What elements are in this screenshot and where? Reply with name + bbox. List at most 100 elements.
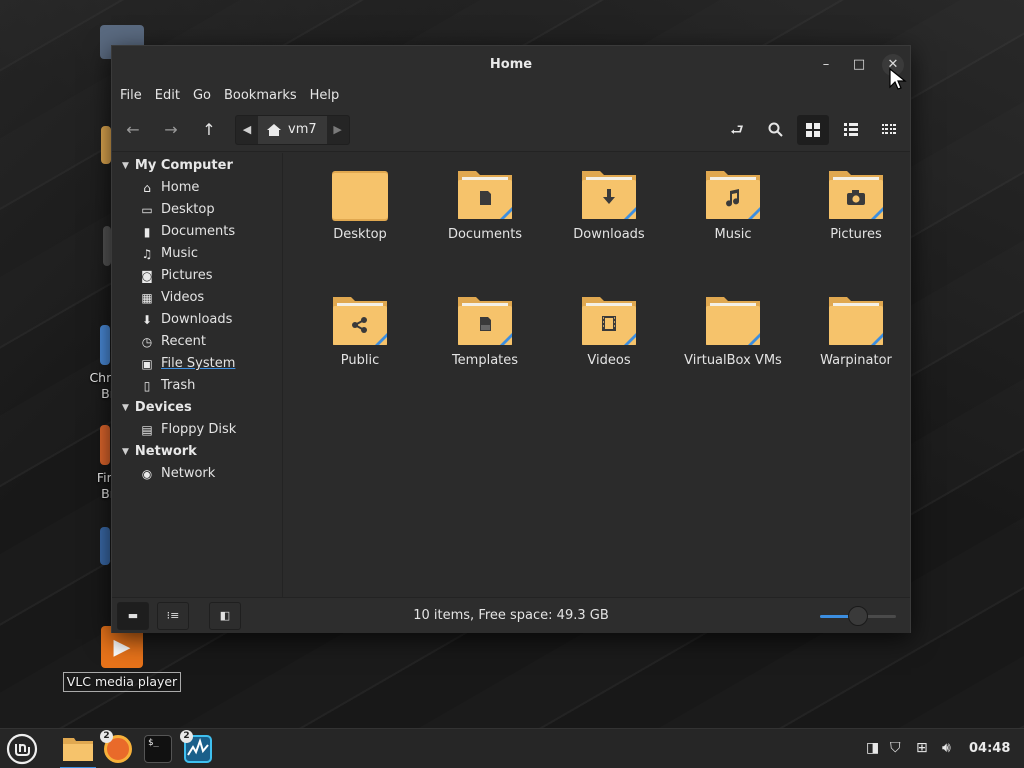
forward-button[interactable]: →	[156, 115, 186, 145]
file-item-templates[interactable]: Templates	[423, 293, 547, 368]
file-item-label: Warpinator	[820, 353, 892, 368]
file-item-music[interactable]: Music	[671, 167, 795, 242]
icon-view-button[interactable]	[797, 115, 829, 145]
sidebar-item-network[interactable]: ◉ Network	[112, 463, 282, 485]
folder-download-icon	[582, 171, 636, 219]
zoom-slider[interactable]	[820, 606, 896, 626]
sidebar-item-music[interactable]: ♫ Music	[112, 243, 282, 265]
taskbar-file-manager[interactable]	[60, 731, 96, 768]
menu-view[interactable]: Go	[187, 83, 217, 108]
sidebar-item-label: Music	[161, 246, 198, 261]
globe-icon: ◉	[141, 467, 153, 481]
window-count-badge: 2	[180, 730, 193, 743]
mint-logo-icon	[6, 733, 38, 765]
list-view-button[interactable]	[835, 115, 867, 145]
music-icon: ♫	[141, 247, 153, 261]
folder-film-icon	[582, 297, 636, 345]
expander-icon: ▼	[122, 403, 129, 413]
folder-camera-icon	[829, 171, 883, 219]
status-bar: ▬ ⁝≡ ◧ 10 items, Free space: 49.3 GB	[112, 597, 910, 633]
menu-go[interactable]: Bookmarks	[218, 83, 303, 108]
taskbar-firefox[interactable]: 2	[100, 730, 136, 767]
sidebar-section-network[interactable]: ▼ Network	[112, 441, 282, 463]
compact-list-icon	[882, 124, 896, 134]
list-icon	[844, 123, 858, 136]
sidebar-item-recent[interactable]: ◷ Recent	[112, 331, 282, 353]
compact-view-button[interactable]	[873, 115, 905, 145]
sidebar-item-trash[interactable]: ▯ Trash	[112, 375, 282, 397]
film-icon: ▦	[141, 291, 153, 305]
menu-button[interactable]	[4, 731, 40, 767]
sidebar-item-pictures[interactable]: ◙ Pictures	[112, 265, 282, 287]
floppy-icon: ▤	[141, 423, 153, 437]
taskbar-terminal[interactable]: $_	[140, 731, 176, 767]
sidebar: ▼ My Computer ⌂ Home ▭ Desktop ▮ Documents ♫…	[112, 153, 283, 597]
trash-icon	[103, 226, 111, 266]
menu-help[interactable]	[346, 83, 358, 108]
file-item-label: VirtualBox VMs	[684, 353, 782, 368]
sidebar-item-documents[interactable]: ▮ Documents	[112, 221, 282, 243]
expander-icon: ▼	[122, 161, 129, 171]
file-item-label: Videos	[587, 353, 631, 368]
file-item-videos[interactable]: Videos	[547, 293, 671, 368]
file-item-label: Documents	[447, 227, 523, 242]
shield-icon[interactable]: ⛉	[890, 740, 901, 756]
taskbar-system-monitor[interactable]: 2	[180, 730, 216, 767]
status-text: 10 items, Free space: 49.3 GB	[413, 608, 609, 623]
menu-file[interactable]: File	[114, 83, 148, 108]
terminal-icon: $_	[144, 735, 172, 763]
sidebar-item-floppy-disk[interactable]: ▤ Floppy Disk	[112, 419, 282, 441]
menu-edit[interactable]: Edit	[149, 83, 186, 108]
file-item-warpinator[interactable]: Warpinator	[794, 293, 918, 368]
recent-icon: ◷	[141, 335, 153, 349]
network-icon[interactable]: ⊞	[916, 740, 928, 756]
firefox-icon	[100, 425, 110, 465]
back-button[interactable]: ←	[118, 115, 148, 145]
section-title: Network	[134, 444, 197, 459]
sidebar-item-label: Pictures	[161, 268, 213, 283]
breadcrumb-left-arrow[interactable]: ◀	[236, 116, 258, 144]
folder-icon	[332, 171, 388, 221]
maximize-button[interactable]: □	[848, 54, 870, 76]
notifications-icon[interactable]: ◨	[866, 740, 879, 756]
minimize-button[interactable]: –	[815, 54, 837, 76]
desktop-icon-vlc[interactable]: ▶ VLC media player	[62, 626, 182, 692]
sidebar-item-label: Home	[161, 180, 200, 195]
file-item-downloads[interactable]: Downloads	[547, 167, 671, 242]
window-count-badge: 2	[100, 730, 113, 743]
file-item-desktop[interactable]: Desktop	[298, 167, 422, 242]
sidebar-item-label: Recent	[161, 334, 206, 349]
file-item-virtualbox-vms[interactable]: VirtualBox VMs	[671, 293, 795, 368]
sidebar-item-videos[interactable]: ▦ Videos	[112, 287, 282, 309]
file-item-public[interactable]: Public	[298, 293, 422, 368]
mouse-cursor-icon	[889, 68, 907, 90]
sidebar-item-desktop[interactable]: ▭ Desktop	[112, 199, 282, 221]
breadcrumb-right-arrow[interactable]: ▶	[327, 116, 349, 144]
file-item-pictures[interactable]: Pictures	[794, 167, 918, 242]
sidebar-item-label: Downloads	[161, 312, 233, 327]
folder-none-icon	[829, 297, 883, 345]
up-button[interactable]: ↑	[194, 115, 224, 145]
document-icon: ▮	[143, 225, 151, 239]
home-icon: ⌂	[143, 181, 151, 195]
download-icon: ⬇	[141, 313, 153, 327]
sidebar-section-devices[interactable]: ▼ Devices	[112, 397, 282, 419]
clock[interactable]: 04:48	[969, 741, 1010, 756]
sidebar-item-downloads[interactable]: ⬇ Downloads	[112, 309, 282, 331]
app-icon	[100, 527, 110, 565]
title-bar[interactable]: Home – □ ✕	[112, 46, 910, 83]
volume-icon[interactable]: 🔊︎	[942, 740, 951, 756]
file-item-documents[interactable]: Documents	[423, 167, 547, 242]
sidebar-item-file-system[interactable]: ▣ File System	[112, 353, 282, 375]
menu-bar: File Edit Go Bookmarks Help	[112, 83, 910, 108]
sidebar-section-my-computer[interactable]: ▼ My Computer	[112, 155, 282, 177]
zoom-slider-handle[interactable]	[848, 606, 868, 626]
search-button[interactable]	[759, 115, 791, 145]
file-item-label: Pictures	[830, 227, 882, 242]
sidebar-item-home[interactable]: ⌂ Home	[112, 177, 282, 199]
menu-bookmarks[interactable]: Help	[304, 83, 346, 108]
home-icon	[267, 124, 281, 136]
breadcrumb-home[interactable]: vm7	[258, 116, 327, 144]
expander-icon: ▼	[122, 447, 129, 457]
toggle-location-button[interactable]: ⮐	[721, 115, 753, 145]
